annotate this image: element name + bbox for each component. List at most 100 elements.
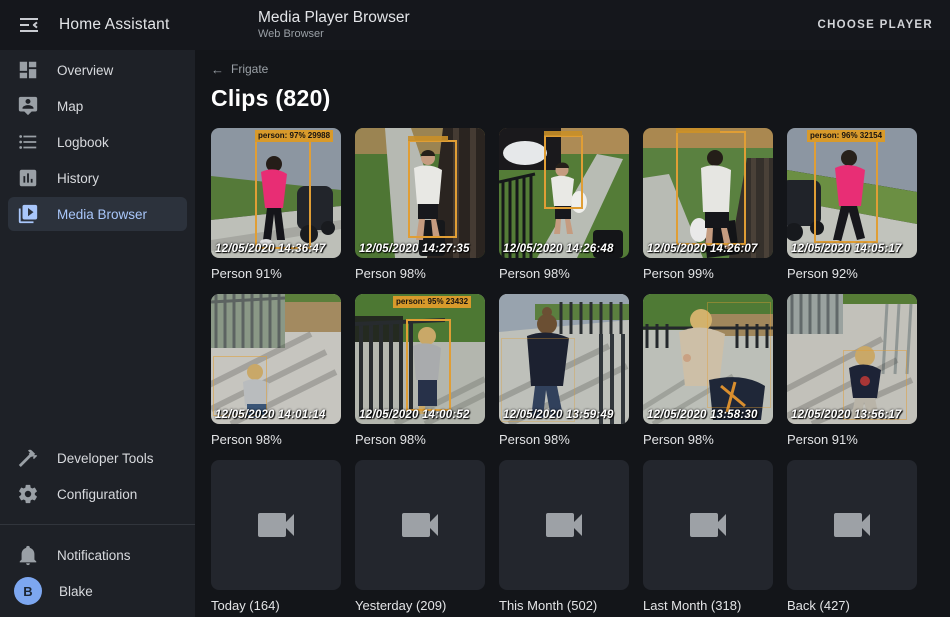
clip-thumbnail: 12/05/2020 14:26:07 xyxy=(643,128,773,258)
sidebar: Overview Map Logbook History Media Brows… xyxy=(0,50,195,617)
folder-label: Yesterday (209) xyxy=(355,598,485,613)
clip-card[interactable]: 12/05/2020 14:01:14 Person 98% xyxy=(211,294,341,447)
sidebar-item-label: Configuration xyxy=(57,487,137,502)
menu-open-icon[interactable] xyxy=(17,13,41,37)
breadcrumb-back-frigate[interactable]: ← Frigate xyxy=(211,60,268,78)
detection-box xyxy=(255,137,311,249)
back-arrow-icon: ← xyxy=(211,63,224,76)
clip-thumbnail: person: 97% 29988 12/05/2020 14:36:47 xyxy=(211,128,341,258)
tooltip-account-icon xyxy=(16,94,40,118)
video-camera-icon xyxy=(396,501,444,549)
detection-box xyxy=(408,140,457,238)
folder-card-last-month[interactable]: Last Month (318) xyxy=(643,460,773,613)
gear-icon xyxy=(16,482,40,506)
avatar: B xyxy=(14,577,42,605)
play-box-multiple-icon xyxy=(16,202,40,226)
sidebar-item-label: Logbook xyxy=(57,135,109,150)
timestamp-overlay: 12/05/2020 14:05:17 xyxy=(791,243,902,255)
detection-box xyxy=(707,302,771,408)
timestamp-overlay: 12/05/2020 14:00:52 xyxy=(359,409,470,421)
view-dashboard-icon xyxy=(16,58,40,82)
sidebar-item-configuration[interactable]: Configuration xyxy=(8,477,187,511)
timestamp-overlay: 12/05/2020 13:58:30 xyxy=(647,409,758,421)
sidebar-item-logbook[interactable]: Logbook xyxy=(8,125,187,159)
timestamp-overlay: 12/05/2020 14:36:47 xyxy=(215,243,326,255)
sidebar-item-label: Overview xyxy=(57,63,113,78)
folder-label: Back (427) xyxy=(787,598,917,613)
clip-card[interactable]: 12/05/2020 13:59:49 Person 98% xyxy=(499,294,629,447)
sidebar-item-developer-tools[interactable]: Developer Tools xyxy=(8,441,187,475)
clip-caption: Person 98% xyxy=(211,432,341,447)
clip-caption: Person 99% xyxy=(643,266,773,281)
top-bar-main: Media Player Browser Web Browser CHOOSE … xyxy=(195,0,950,50)
clip-card[interactable]: 12/05/2020 13:56:17 Person 91% xyxy=(787,294,917,447)
sidebar-item-notifications[interactable]: Notifications xyxy=(8,538,187,572)
media-player-subtitle: Web Browser xyxy=(258,28,410,41)
sidebar-item-label: Developer Tools xyxy=(57,451,154,466)
folder-thumbnail xyxy=(211,460,341,590)
clip-card[interactable]: 12/05/2020 14:26:07 Person 99% xyxy=(643,128,773,281)
video-camera-icon xyxy=(684,501,732,549)
sidebar-item-label: History xyxy=(57,171,99,186)
clip-card[interactable]: person: 97% 29988 12/05/2020 14:36:47 Pe… xyxy=(211,128,341,281)
folder-card-yesterday[interactable]: Yesterday (209) xyxy=(355,460,485,613)
clip-caption: Person 91% xyxy=(211,266,341,281)
user-name: Blake xyxy=(59,584,93,599)
timestamp-overlay: 12/05/2020 13:56:17 xyxy=(791,409,902,421)
choose-player-button[interactable]: CHOOSE PLAYER xyxy=(815,11,935,39)
clip-card[interactable]: person: 95% 23432 12/05/2020 14:00:52 Pe… xyxy=(355,294,485,447)
sidebar-item-overview[interactable]: Overview xyxy=(8,53,187,87)
bell-icon xyxy=(16,543,40,567)
app-title: Home Assistant xyxy=(59,16,169,34)
folder-label: This Month (502) xyxy=(499,598,629,613)
media-browser-content: ← Frigate Clips (820) xyxy=(195,50,950,617)
folder-thumbnail xyxy=(643,460,773,590)
detection-label-strip xyxy=(676,128,720,133)
detection-box xyxy=(406,319,451,411)
timestamp-overlay: 12/05/2020 14:26:07 xyxy=(647,243,758,255)
home-assistant-app: Home Assistant Media Player Browser Web … xyxy=(0,0,950,617)
folder-label: Last Month (318) xyxy=(643,598,773,613)
detection-label-strip xyxy=(544,131,582,136)
folder-thumbnail xyxy=(355,460,485,590)
clip-caption: Person 98% xyxy=(643,432,773,447)
sidebar-item-profile[interactable]: B Blake xyxy=(8,574,187,608)
clip-thumbnail: 12/05/2020 14:27:35 xyxy=(355,128,485,258)
detection-box xyxy=(213,356,267,416)
sidebar-item-media-browser[interactable]: Media Browser xyxy=(8,197,187,231)
folder-card-back[interactable]: Back (427) xyxy=(787,460,917,613)
detection-box xyxy=(814,139,878,243)
timestamp-overlay: 12/05/2020 14:26:48 xyxy=(503,243,614,255)
detection-label: person: 95% 23432 xyxy=(393,296,471,308)
chart-box-icon xyxy=(16,166,40,190)
video-camera-icon xyxy=(828,501,876,549)
detection-label: person: 97% 29988 xyxy=(255,130,333,142)
clip-caption: Person 98% xyxy=(355,432,485,447)
clip-card[interactable]: person: 96% 32154 12/05/2020 14:05:17 Pe… xyxy=(787,128,917,281)
video-camera-icon xyxy=(540,501,588,549)
folder-thumbnail xyxy=(499,460,629,590)
clip-card[interactable]: 12/05/2020 13:58:30 Person 98% xyxy=(643,294,773,447)
clip-thumbnail: 12/05/2020 13:56:17 xyxy=(787,294,917,424)
timestamp-overlay: 12/05/2020 14:01:14 xyxy=(215,409,326,421)
clip-caption: Person 98% xyxy=(355,266,485,281)
clips-grid: person: 97% 29988 12/05/2020 14:36:47 Pe… xyxy=(211,128,934,613)
clip-card[interactable]: 12/05/2020 14:26:48 Person 98% xyxy=(499,128,629,281)
folder-card-this-month[interactable]: This Month (502) xyxy=(499,460,629,613)
sidebar-item-map[interactable]: Map xyxy=(8,89,187,123)
sidebar-item-history[interactable]: History xyxy=(8,161,187,195)
media-player-title: Media Player Browser xyxy=(258,9,410,28)
detection-label-strip xyxy=(408,136,448,141)
page-title: Clips (820) xyxy=(211,85,934,112)
folder-card-today[interactable]: Today (164) xyxy=(211,460,341,613)
folder-thumbnail xyxy=(787,460,917,590)
detection-label: person: 96% 32154 xyxy=(807,130,885,142)
media-player-title-block: Media Player Browser Web Browser xyxy=(258,9,410,41)
detection-box xyxy=(676,131,746,245)
clip-thumbnail: 12/05/2020 13:58:30 xyxy=(643,294,773,424)
clip-card[interactable]: 12/05/2020 14:27:35 Person 98% xyxy=(355,128,485,281)
clip-thumbnail: person: 96% 32154 12/05/2020 14:05:17 xyxy=(787,128,917,258)
sidebar-item-label: Media Browser xyxy=(57,207,147,222)
clip-caption: Person 92% xyxy=(787,266,917,281)
top-bar: Home Assistant Media Player Browser Web … xyxy=(0,0,950,50)
